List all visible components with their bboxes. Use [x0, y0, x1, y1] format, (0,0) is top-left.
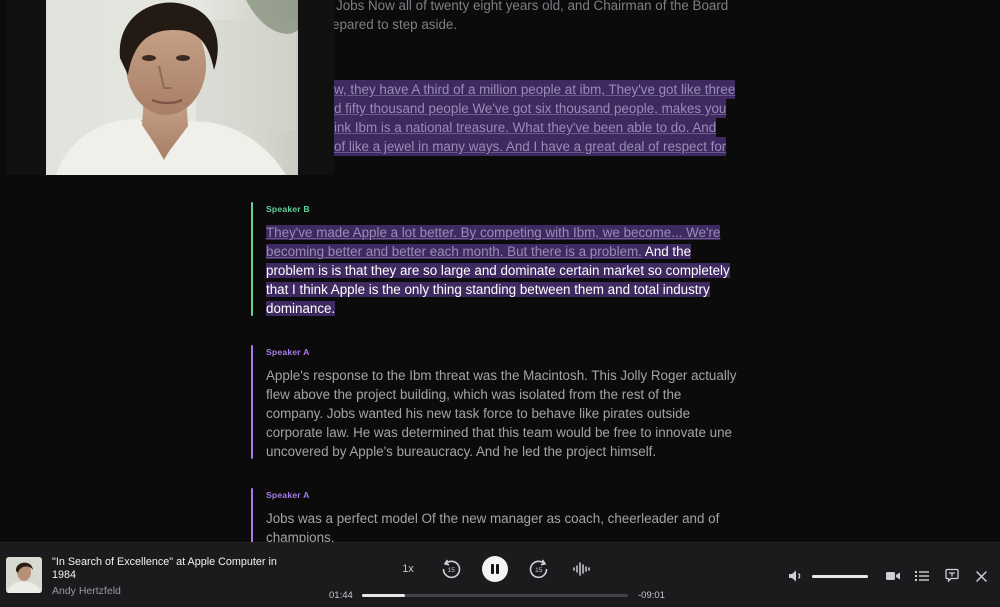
volume-button[interactable] [787, 567, 805, 585]
speaker-b-bar [251, 202, 253, 316]
skip-forward-seconds: 15 [535, 567, 543, 574]
transcript-line: of like a jewel in many ways. And I have… [266, 137, 727, 156]
transcript-icon [945, 568, 959, 582]
chapters-list-button[interactable] [913, 567, 931, 585]
waveform-button[interactable] [571, 559, 593, 579]
close-icon [975, 570, 987, 582]
remaining-time: -09:01 [638, 590, 665, 601]
playback-speed-button[interactable]: 1x [396, 559, 420, 579]
close-button[interactable] [972, 567, 990, 585]
video-toggle-button[interactable] [884, 567, 902, 585]
pause-button[interactable] [482, 556, 508, 582]
transcript-line: Jobs Now all of twenty eight years old, … [336, 0, 729, 13]
transcript-paragraph: Jobs Now all of twenty eight years old, … [266, 0, 738, 34]
volume-slider[interactable] [812, 575, 868, 578]
video-player[interactable] [6, 0, 334, 175]
transcript-paragraph-active[interactable]: They've made Apple a lot better. By comp… [266, 223, 738, 318]
waveform-icon [573, 562, 590, 576]
transcript-line: d fifty thousand people We've got six th… [266, 99, 727, 118]
video-camera-icon [886, 572, 900, 580]
skip-forward-icon: 15 [529, 559, 548, 579]
speaker-label: Speaker A [266, 347, 310, 357]
episode-author[interactable]: Andy Hertzfeld [52, 585, 121, 597]
progress-fill [362, 594, 405, 597]
list-icon [915, 571, 929, 581]
transcript-paragraph[interactable]: Apple's response to the Ibm threat was t… [266, 366, 738, 461]
transcript-paragraph[interactable]: Jobs was a perfect model Of the new mana… [266, 509, 738, 542]
speaker-a-bar [251, 488, 253, 542]
transcript-button[interactable] [943, 566, 961, 584]
elapsed-time: 01:44 [329, 590, 353, 601]
volume-fill [812, 575, 868, 578]
video-frame [46, 0, 298, 175]
speaker-label: Speaker B [266, 204, 310, 214]
skip-back-seconds: 15 [448, 567, 456, 574]
skip-back-button[interactable]: 15 [439, 557, 463, 581]
video-person-image [46, 0, 298, 175]
episode-thumbnail[interactable] [6, 557, 42, 593]
transcript-line: epared to step aside. [332, 17, 458, 32]
speaker-label: Speaker A [266, 490, 310, 500]
player-bar: "In Search of Excellence" at Apple Compu… [0, 542, 1000, 607]
episode-thumbnail-image [6, 557, 42, 593]
episode-title[interactable]: "In Search of Excellence" at Apple Compu… [52, 556, 282, 582]
progress-track[interactable] [362, 594, 628, 597]
skip-forward-button[interactable]: 15 [527, 557, 551, 581]
transcript-paragraph-played[interactable]: w, they have A third of a million people… [266, 80, 738, 156]
speaker-a-bar [251, 345, 253, 459]
pause-icon [491, 564, 499, 574]
skip-back-icon: 15 [442, 559, 461, 579]
speaker-icon [789, 570, 801, 582]
transcript-line: w, they have A third of a million people… [266, 80, 736, 99]
